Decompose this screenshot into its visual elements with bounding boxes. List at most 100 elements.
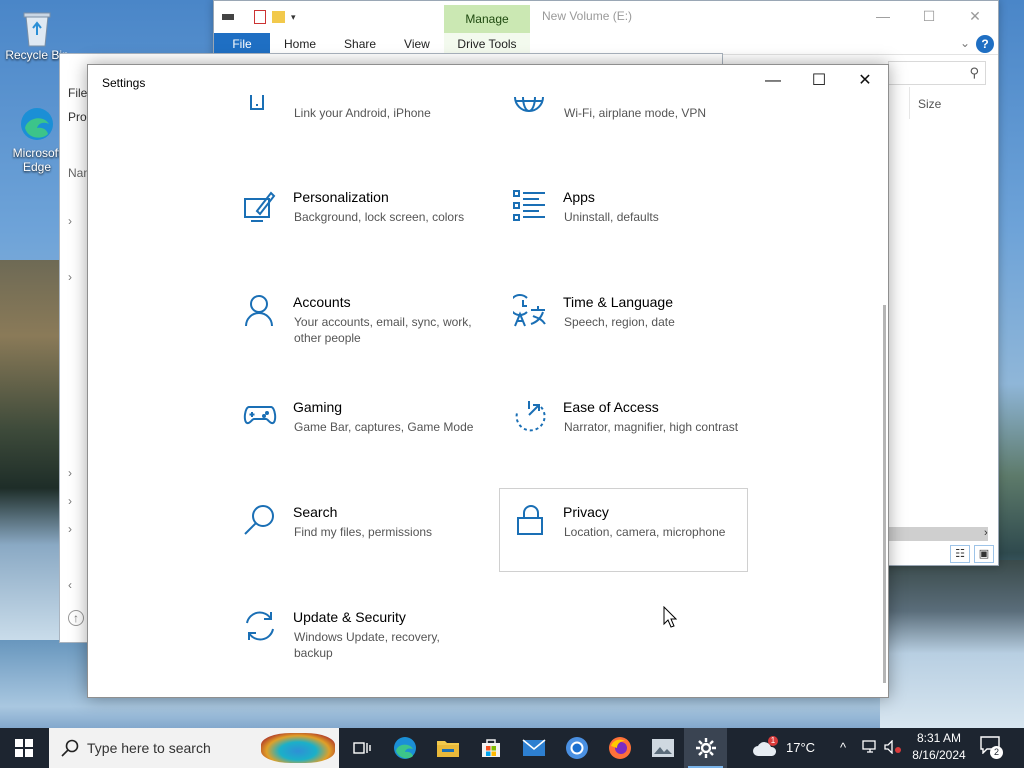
explorer-titlebar[interactable]: ▾ Manage New Volume (E:) — ☐ ✕ xyxy=(214,1,998,33)
photos-icon xyxy=(651,739,674,757)
tile-accounts[interactable]: Accounts Your accounts, email, sync, wor… xyxy=(243,294,493,378)
tile-network[interactable]: Wi-Fi, airplane mode, VPN xyxy=(513,95,763,135)
tab-view[interactable]: View xyxy=(390,37,444,51)
tile-gaming[interactable]: Gaming Game Bar, captures, Game Mode xyxy=(243,399,493,483)
drive-icon[interactable] xyxy=(222,14,234,20)
settings-scrollbar[interactable] xyxy=(883,305,886,683)
network-icon[interactable] xyxy=(862,740,878,757)
chevron-right-icon[interactable]: › xyxy=(68,522,72,536)
search-highlight-image[interactable] xyxy=(261,733,335,763)
task-view-button[interactable] xyxy=(340,728,383,768)
file-explorer-icon xyxy=(436,741,459,757)
properties-icon[interactable] xyxy=(254,10,266,24)
taskbar-mail[interactable] xyxy=(512,728,555,768)
mail-icon xyxy=(521,739,546,756)
windows-logo-icon xyxy=(15,739,33,757)
settings-window[interactable]: Settings — ☐ ✕ Link your Android, iPhone… xyxy=(87,64,889,698)
scroll-right-icon[interactable]: › xyxy=(984,527,988,539)
explorer-search-input[interactable]: ⚲ xyxy=(888,61,986,85)
tile-name: Gaming xyxy=(293,399,343,415)
expand-ribbon-icon[interactable]: ⌄ xyxy=(960,36,970,50)
tile-apps[interactable]: Apps Uninstall, defaults xyxy=(513,189,763,273)
tile-search[interactable]: Search Find my files, permissions xyxy=(243,504,493,588)
tile-name: Apps xyxy=(563,189,595,205)
maximize-icon[interactable]: ☐ xyxy=(906,1,952,31)
tab-home[interactable]: Home xyxy=(270,37,330,51)
minimize-icon[interactable]: — xyxy=(860,1,906,31)
bg-window-file-label: File xyxy=(68,86,88,100)
tile-personalization[interactable]: Personalization Background, lock screen,… xyxy=(243,189,493,273)
up-arrow-icon[interactable]: ↑ xyxy=(68,610,84,626)
tile-desc: Wi-Fi, airplane mode, VPN xyxy=(564,106,707,120)
quick-access-toolbar: ▾ xyxy=(214,10,444,24)
system-clock[interactable]: 8:31 AM 8/16/2024 xyxy=(908,730,970,764)
tile-ease-of-access[interactable]: Ease of Access Narrator, magnifier, high… xyxy=(513,399,763,483)
help-icon[interactable]: ? xyxy=(976,35,994,53)
details-view-icon[interactable]: ☷ xyxy=(950,545,970,563)
tile-name: Accounts xyxy=(293,294,351,310)
start-button[interactable] xyxy=(0,728,48,768)
chevron-right-icon[interactable]: › xyxy=(68,494,72,508)
tile-desc: Your accounts, email, sync, work, other … xyxy=(294,315,472,345)
chevron-right-icon[interactable]: › xyxy=(68,270,72,284)
tile-phone[interactable]: Link your Android, iPhone xyxy=(243,95,493,135)
tile-name: Search xyxy=(293,504,338,520)
settings-titlebar[interactable]: Settings — ☐ ✕ xyxy=(88,65,888,99)
lock-icon xyxy=(514,504,548,538)
tile-privacy[interactable]: Privacy Location, camera, microphone xyxy=(499,488,748,572)
tile-name: Privacy xyxy=(563,504,609,520)
tab-drive-tools[interactable]: Drive Tools xyxy=(444,32,530,55)
accounts-icon xyxy=(243,294,277,328)
weather-widget[interactable]: 1 17°C xyxy=(752,728,824,768)
notification-count-badge: 2 xyxy=(990,746,1003,759)
minimize-icon[interactable]: — xyxy=(750,65,796,97)
taskbar-store[interactable] xyxy=(469,728,512,768)
ease-of-access-icon xyxy=(513,399,547,433)
tile-update-security[interactable]: Update & Security Windows Update, recove… xyxy=(243,609,493,693)
store-icon xyxy=(481,739,500,757)
edge-icon xyxy=(393,737,416,759)
taskbar-chrome[interactable] xyxy=(555,728,598,768)
taskbar-edge[interactable] xyxy=(383,728,426,768)
chevron-up-icon[interactable]: ^ xyxy=(840,740,846,755)
taskbar-photos[interactable] xyxy=(641,728,684,768)
weather-temperature: 17°C xyxy=(786,740,816,755)
explorer-ribbon: File Home Share View Drive Tools ⌄ ? xyxy=(214,32,998,55)
taskbar-firefox[interactable] xyxy=(598,728,641,768)
taskbar: Type here to search 1 17°C ^ 8:31 AM 8/1… xyxy=(0,728,1024,768)
action-center-button[interactable]: 2 xyxy=(980,736,1004,759)
tile-desc: Uninstall, defaults xyxy=(564,210,659,224)
chevron-right-icon[interactable]: › xyxy=(68,466,72,480)
volume-muted-icon[interactable] xyxy=(884,739,902,757)
column-header-size[interactable]: Size xyxy=(909,87,991,119)
taskbar-file-explorer[interactable] xyxy=(426,728,469,768)
taskbar-settings[interactable] xyxy=(684,728,727,768)
task-view-icon xyxy=(352,742,371,754)
chevron-right-icon[interactable]: › xyxy=(68,214,72,228)
new-folder-icon[interactable] xyxy=(272,11,285,23)
tile-desc: Link your Android, iPhone xyxy=(294,106,431,120)
tile-name: Update & Security xyxy=(293,609,406,625)
close-icon[interactable]: ✕ xyxy=(952,1,998,31)
tile-name: Ease of Access xyxy=(563,399,659,415)
tile-desc: Find my files, permissions xyxy=(294,525,433,539)
tile-time-language[interactable]: Time & Language Speech, region, date xyxy=(508,294,763,378)
apps-icon xyxy=(513,189,547,223)
tab-share[interactable]: Share xyxy=(330,37,390,51)
close-icon[interactable]: ✕ xyxy=(842,65,888,97)
tile-desc: Windows Update, recovery, backup xyxy=(294,630,440,660)
bg-window-pro-label: Pro xyxy=(68,110,87,124)
edge-icon xyxy=(19,106,55,142)
update-icon xyxy=(243,609,277,643)
tile-desc: Game Bar, captures, Game Mode xyxy=(294,420,474,434)
tab-file[interactable]: File xyxy=(214,32,270,55)
taskbar-search-box[interactable]: Type here to search xyxy=(49,728,339,768)
search-icon xyxy=(243,504,277,538)
tab-manage[interactable]: Manage xyxy=(444,5,530,33)
mouse-cursor-icon xyxy=(663,605,678,633)
large-icons-view-icon[interactable]: ▣ xyxy=(974,545,994,563)
horizontal-scrollbar[interactable] xyxy=(888,527,988,541)
scroll-left-icon[interactable]: ‹ xyxy=(68,578,72,592)
customize-qat-icon[interactable]: ▾ xyxy=(291,12,296,23)
maximize-icon[interactable]: ☐ xyxy=(796,65,842,97)
